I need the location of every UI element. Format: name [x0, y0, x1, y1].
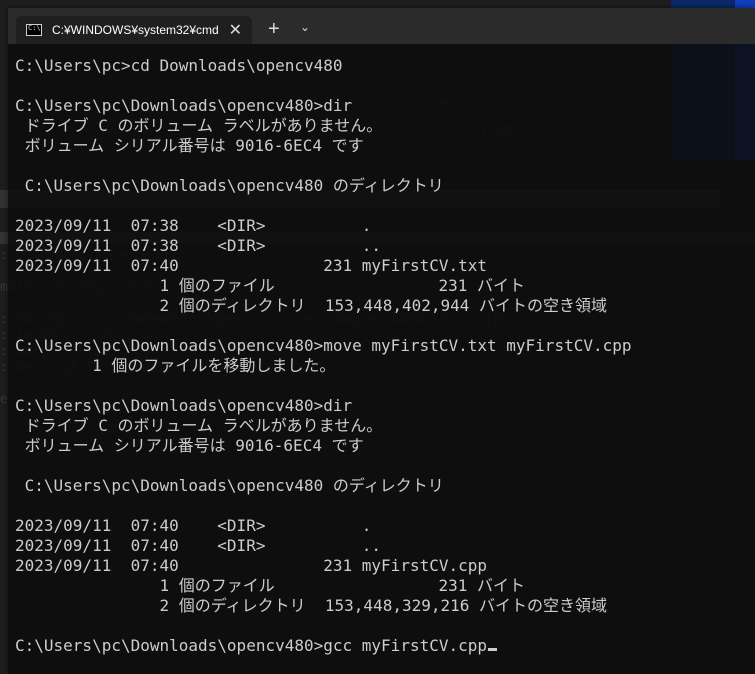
console-line: C:\Users\pc\Downloads\opencv480>dir	[15, 96, 755, 116]
title-bar[interactable]: C:¥WINDOWS¥system32¥cmd ✕ + ⌄	[8, 8, 755, 44]
console-line: C:\Users\pc\Downloads\opencv480>dir	[15, 396, 755, 416]
console-line-text: C:\Users\pc\Downloads\opencv480>gcc myFi…	[15, 636, 488, 655]
console-line-text: C:\Users\pc\Downloads\opencv480 のディレクトリ	[15, 176, 444, 195]
console-line-text: 2023/09/11 07:40 <DIR> .	[15, 516, 372, 535]
console-line-text: 1 個のファイルを移動しました。	[15, 356, 336, 375]
console-line: 2023/09/11 07:38 <DIR> .	[15, 216, 755, 236]
console-line: ボリューム シリアル番号は 9016-6EC4 です	[15, 436, 755, 456]
console-line-text: 1 個のファイル 231 バイト	[15, 276, 526, 295]
console-line: 2 個のディレクトリ 153,448,402,944 バイトの空き領域	[15, 296, 755, 316]
console-line-text: 2 個のディレクトリ 153,448,329,216 バイトの空き領域	[15, 596, 608, 615]
console-line-text: ボリューム シリアル番号は 9016-6EC4 です	[15, 136, 364, 155]
console-line-text: 2023/09/11 07:40 231 myFirstCV.cpp	[15, 556, 488, 575]
tab-title: C:¥WINDOWS¥system32¥cmd	[52, 23, 219, 37]
console-line: ドライブ C のボリューム ラベルがありません。	[15, 416, 755, 436]
console-line-text: C:\Users\pc\Downloads\opencv480 のディレクトリ	[15, 476, 444, 495]
console-line: 2023/09/11 07:40 <DIR> ..	[15, 536, 755, 556]
console-line-text: C:\Users\pc\Downloads\opencv480>dir	[15, 96, 353, 115]
console-icon	[26, 24, 42, 36]
terminal-window[interactable]: C:¥WINDOWS¥system32¥cmd ✕ + ⌄ C:\Users\p…	[8, 8, 755, 674]
console-line-text: ドライブ C のボリューム ラベルがありません。	[15, 116, 383, 135]
tab-cmd[interactable]: C:¥WINDOWS¥system32¥cmd ✕	[16, 16, 252, 44]
console-line: 1 個のファイル 231 バイト	[15, 276, 755, 296]
prompt-line: C:\Users\pc\Downloads\opencv480>gcc myFi…	[15, 636, 755, 656]
console-line-text: ボリューム シリアル番号は 9016-6EC4 です	[15, 436, 364, 455]
console-line-text: 2023/09/11 07:38 <DIR> ..	[15, 236, 382, 255]
close-tab-icon[interactable]: ✕	[229, 20, 242, 40]
console-line-text: 2 個のディレクトリ 153,448,402,944 バイトの空き領域	[15, 296, 608, 315]
console-line-text: C:\Users\pc>cd Downloads\opencv480	[15, 56, 343, 75]
console-line: ドライブ C のボリューム ラベルがありません。	[15, 116, 755, 136]
new-tab-button[interactable]: +	[268, 18, 280, 41]
console-line: 2023/09/11 07:40 231 myFirstCV.txt	[15, 256, 755, 276]
console-line: 1 個のファイル 231 バイト	[15, 576, 755, 596]
console-line-text: 2023/09/11 07:40 <DIR> ..	[15, 536, 382, 555]
text-cursor	[488, 648, 498, 651]
chevron-down-icon[interactable]: ⌄	[300, 20, 310, 34]
console-line-text: ドライブ C のボリューム ラベルがありません。	[15, 416, 383, 435]
console-line: C:\Users\pc>cd Downloads\opencv480	[15, 56, 755, 76]
console-line-text: 2023/09/11 07:38 <DIR> .	[15, 216, 372, 235]
console-line-text: C:\Users\pc\Downloads\opencv480>move myF…	[15, 336, 632, 355]
console-line: 2023/09/11 07:38 <DIR> ..	[15, 236, 755, 256]
console-line: ボリューム シリアル番号は 9016-6EC4 です	[15, 136, 755, 156]
console-line: C:\Users\pc\Downloads\opencv480 のディレクトリ	[15, 176, 755, 196]
console-line-text: 1 個のファイル 231 バイト	[15, 576, 526, 595]
console-line: 1 個のファイルを移動しました。	[15, 356, 755, 376]
console-line: C:\Users\pc\Downloads\opencv480>move myF…	[15, 336, 755, 356]
console-output[interactable]: C:\Users\pc>cd Downloads\opencv480 C:\Use…	[8, 44, 755, 674]
console-line: 2 個のディレクトリ 153,448,329,216 バイトの空き領域	[15, 596, 755, 616]
console-line-text: 2023/09/11 07:40 231 myFirstCV.txt	[15, 256, 488, 275]
console-line: 2023/09/11 07:40 <DIR> .	[15, 516, 755, 536]
console-line: C:\Users\pc\Downloads\opencv480 のディレクトリ	[15, 476, 755, 496]
console-line: 2023/09/11 07:40 231 myFirstCV.cpp	[15, 556, 755, 576]
console-line-text: C:\Users\pc\Downloads\opencv480>dir	[15, 396, 353, 415]
